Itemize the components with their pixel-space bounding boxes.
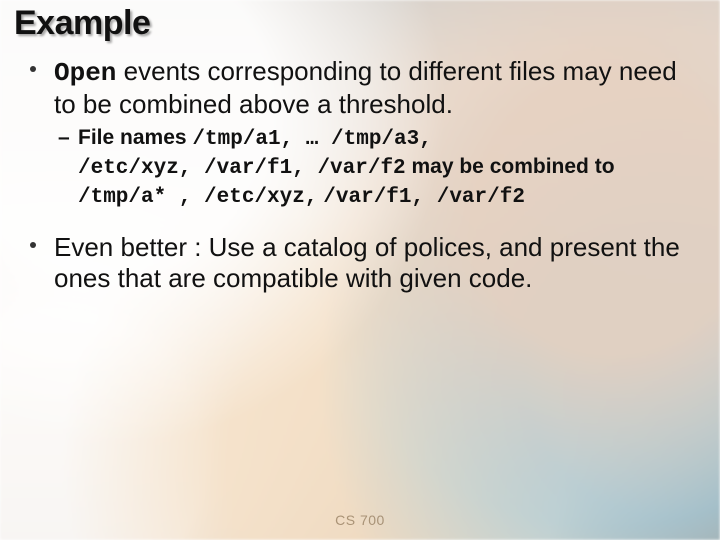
code-seg1: /tmp/a1, … /tmp/a3,	[192, 128, 431, 151]
slide-footer: CS 700	[0, 512, 720, 528]
bullet-2: Even better : Use a catalog of polices, …	[30, 232, 700, 293]
bullet-dot-icon	[30, 242, 36, 248]
bullet1-rest: events corresponding to different files …	[54, 56, 677, 119]
title-text: Example	[14, 4, 150, 42]
bullet-1: Open events corresponding to different f…	[30, 56, 700, 119]
dash-icon: –	[58, 125, 70, 152]
slide-content: Example Open events corresponding to dif…	[0, 0, 720, 540]
body-list: Open events corresponding to different f…	[30, 56, 700, 299]
code-seg2: /etc/xyz, /var/f1, /var/f2	[78, 157, 406, 180]
code-seg4: /var/f1, /var/f2	[323, 186, 525, 209]
slide-title: Example	[14, 4, 150, 43]
sub-lead: File names	[78, 126, 192, 149]
bullet2-text: Even better : Use a catalog of polices, …	[54, 232, 680, 293]
bullet1-mono: Open	[54, 58, 116, 88]
code-seg3: /tmp/a* , /etc/xyz,	[78, 186, 317, 209]
bullet-dot-icon	[30, 66, 36, 72]
sub-bullet-1: – File names /tmp/a1, … /tmp/a3, /etc/xy…	[30, 125, 700, 212]
sub-mid: may be combined to	[406, 155, 615, 178]
footer-text: CS 700	[335, 512, 385, 528]
